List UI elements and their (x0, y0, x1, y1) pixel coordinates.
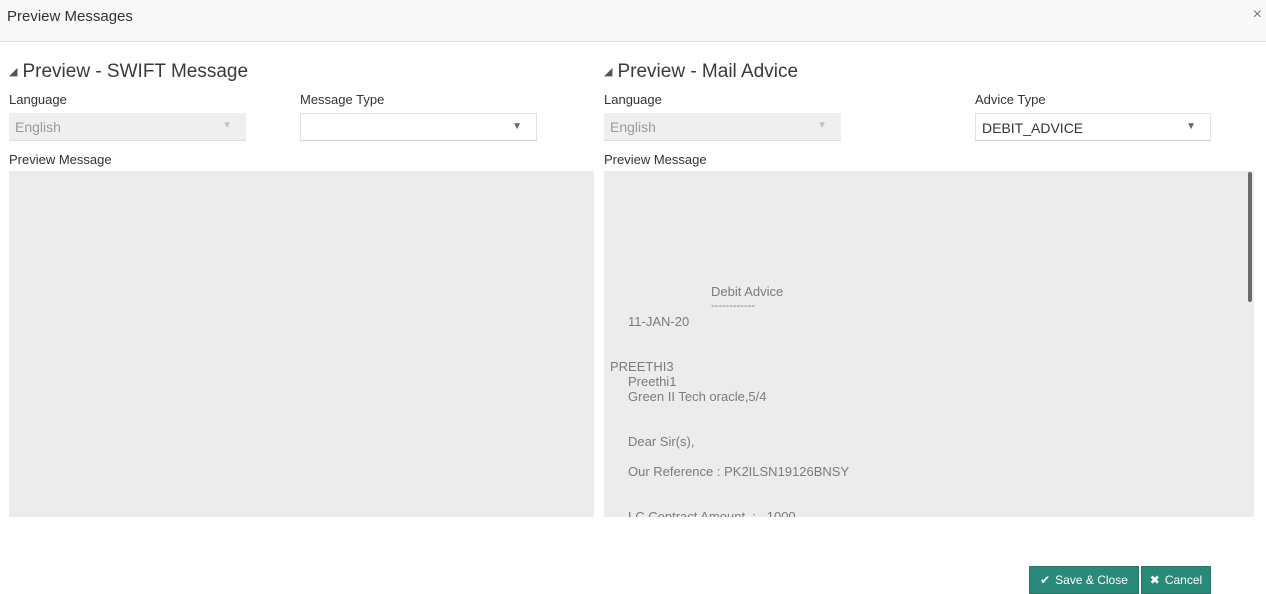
preview-scrollbar[interactable] (1248, 172, 1252, 302)
close-icon: ✖ (1149, 573, 1160, 587)
cancel-label: Cancel (1164, 573, 1203, 587)
swift-preview-area[interactable] (9, 171, 594, 517)
swift-preview-label: Preview Message (9, 152, 112, 167)
swift-language-value: English (15, 119, 61, 135)
dialog-header: Preview Messages × (0, 0, 1266, 42)
close-icon[interactable]: × (1253, 6, 1262, 24)
swift-language-label: Language (9, 92, 67, 107)
advice-type-value: DEBIT_ADVICE (982, 120, 1084, 136)
chevron-down-icon[interactable]: ▼ (512, 121, 522, 132)
swift-message-type-label: Message Type (300, 92, 385, 107)
chevron-down-icon: ▼ (222, 120, 232, 131)
mail-language-value: English (610, 119, 656, 135)
check-icon: ✔ (1040, 573, 1051, 587)
collapse-icon[interactable]: ◢ (604, 66, 612, 78)
mail-language-select: English ▼ (604, 113, 841, 141)
advice-customer-address: Green II Tech oracle,5/4 (628, 389, 767, 404)
cancel-button[interactable]: ✖ Cancel (1141, 566, 1211, 594)
advice-heading-underline: ------------ (711, 300, 755, 312)
swift-section-title[interactable]: ◢ Preview - SWIFT Message (9, 61, 248, 83)
save-close-button[interactable]: ✔ Save & Close (1029, 566, 1139, 594)
chevron-down-icon: ▼ (817, 120, 827, 131)
advice-salutation: Dear Sir(s), (628, 434, 695, 449)
chevron-down-icon[interactable]: ▼ (1186, 121, 1196, 132)
mail-section-title[interactable]: ◢ Preview - Mail Advice (604, 61, 798, 83)
swift-language-select: English ▼ (9, 113, 246, 141)
advice-reference: Our Reference : PK2ILSN19126BNSY (628, 464, 850, 479)
advice-type-select[interactable]: DEBIT_ADVICE ▼ (975, 113, 1211, 141)
swift-section-title-text: Preview - SWIFT Message (22, 61, 249, 82)
mail-section-title-text: Preview - Mail Advice (617, 61, 799, 82)
advice-type-label: Advice Type (975, 92, 1046, 107)
collapse-icon[interactable]: ◢ (9, 66, 17, 78)
advice-amount: LC Contract Amount : 1000 (628, 509, 796, 517)
advice-date: 11-JAN-20 (628, 314, 690, 329)
mail-preview-area[interactable]: Debit Advice ------------ 11-JAN-20 PREE… (604, 171, 1254, 517)
mail-preview-label: Preview Message (604, 152, 707, 167)
mail-language-label: Language (604, 92, 662, 107)
save-close-label: Save & Close (1055, 573, 1128, 587)
dialog-title: Preview Messages (7, 8, 133, 25)
swift-message-type-select[interactable]: ▼ (300, 113, 537, 141)
